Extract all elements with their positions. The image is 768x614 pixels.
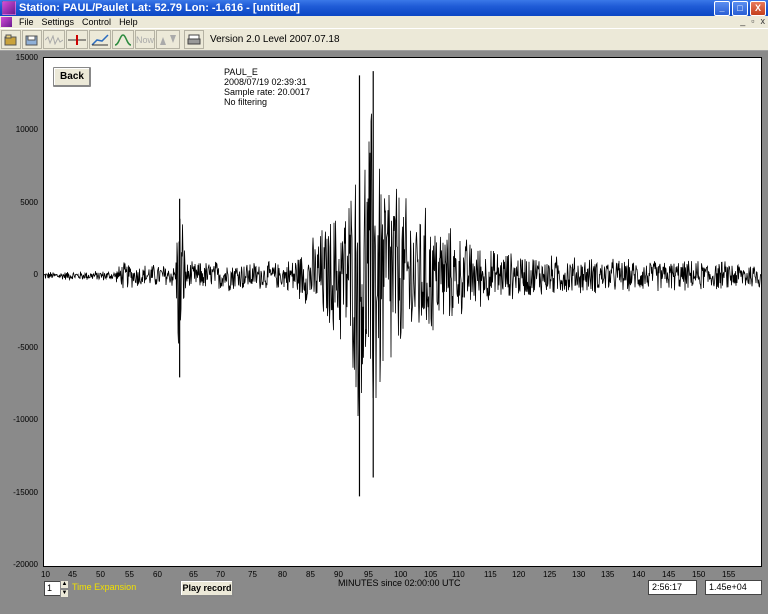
x-tick-label: 85 xyxy=(306,570,315,579)
x-tick-label: 155 xyxy=(722,570,736,579)
amplitude-readout: 1.45e+04 xyxy=(705,580,762,595)
x-tick-label: 50 xyxy=(96,570,105,579)
spinner-up-icon[interactable]: ▲ xyxy=(60,580,69,589)
maximize-button[interactable]: □ xyxy=(732,1,748,16)
y-tick-label: -15000 xyxy=(13,488,38,497)
close-button[interactable]: X xyxy=(750,1,766,16)
version-label: Version 2.0 Level 2007.07.18 xyxy=(210,34,340,45)
x-tick-label: 60 xyxy=(153,570,162,579)
waveform-icon[interactable] xyxy=(43,30,65,49)
x-tick-label: 135 xyxy=(601,570,615,579)
y-tick-label: -20000 xyxy=(13,560,38,569)
filter-status-label: No filtering xyxy=(224,97,268,107)
back-button[interactable]: Back xyxy=(53,67,91,87)
sample-rate-label: Sample rate: 20.0017 xyxy=(224,87,311,97)
x-tick-label: 45 xyxy=(68,570,77,579)
trace-info: PAUL_E 2008/07/19 02:39:31 Sample rate: … xyxy=(224,67,310,107)
mdi-restore-button[interactable]: ▫ xyxy=(751,16,754,26)
minimize-button[interactable]: _ xyxy=(714,1,730,16)
time-readout: 2:56:17 xyxy=(648,580,697,595)
x-tick-label: 115 xyxy=(484,570,497,579)
time-expansion-spinner[interactable]: ▲ ▼ xyxy=(60,580,69,598)
x-tick-label: 150 xyxy=(692,570,706,579)
scroll-up-down-icon[interactable] xyxy=(156,30,180,49)
seismogram-plot[interactable] xyxy=(43,57,762,567)
x-axis-label: MINUTES since 02:00:00 UTC xyxy=(338,578,461,588)
spinner-down-icon[interactable]: ▼ xyxy=(60,589,69,598)
document-icon[interactable] xyxy=(1,17,12,27)
seismogram-trace xyxy=(43,113,762,417)
x-tick-label: 75 xyxy=(248,570,257,579)
save-file-icon[interactable] xyxy=(22,30,42,49)
x-tick-label: 130 xyxy=(572,570,586,579)
seismogram-trace-svg xyxy=(43,71,762,497)
mdi-close-button[interactable]: x xyxy=(761,16,766,26)
menu-help[interactable]: Help xyxy=(115,17,142,27)
record-timestamp: 2008/07/19 02:39:31 xyxy=(224,77,307,87)
window-title: Station: PAUL/Paulet Lat: 52.79 Lon: -1.… xyxy=(19,2,300,14)
y-tick-label: -5000 xyxy=(17,343,38,352)
y-tick-label: 0 xyxy=(33,270,38,279)
x-tick-label: 70 xyxy=(216,570,225,579)
mdi-minimize-button[interactable]: _ xyxy=(740,16,745,26)
y-tick-label: 15000 xyxy=(15,53,38,62)
station-channel-label: PAUL_E xyxy=(224,67,258,77)
y-tick-label: 10000 xyxy=(15,125,38,134)
print-icon[interactable] xyxy=(184,30,204,49)
toolbar: Now Version 2.0 Level 2007.07.18 xyxy=(0,28,768,51)
trend-icon[interactable] xyxy=(89,30,111,49)
y-tick-label: 5000 xyxy=(20,198,38,207)
pick-marker-icon[interactable] xyxy=(66,30,88,49)
x-tick-label: 125 xyxy=(543,570,557,579)
filter-response-icon[interactable] xyxy=(112,30,134,49)
menu-settings[interactable]: Settings xyxy=(38,17,79,27)
x-tick-label: 145 xyxy=(662,570,676,579)
app-icon xyxy=(2,1,16,15)
x-tick-label: 55 xyxy=(125,570,134,579)
menu-control[interactable]: Control xyxy=(78,17,115,27)
menu-bar: File Settings Control Help _ ▫ x xyxy=(0,16,768,28)
x-tick-label: 65 xyxy=(189,570,198,579)
time-expansion-label: Time Expansion xyxy=(72,582,137,592)
menu-file[interactable]: File xyxy=(15,17,38,27)
x-tick-label: 80 xyxy=(278,570,287,579)
x-tick-label: 120 xyxy=(512,570,526,579)
open-file-icon[interactable] xyxy=(1,30,21,49)
x-tick-label: 140 xyxy=(632,570,646,579)
play-record-button[interactable]: Play record xyxy=(180,580,234,597)
x-tick-label: 10 xyxy=(41,570,50,579)
now-button[interactable]: Now xyxy=(135,30,155,49)
window-titlebar: Station: PAUL/Paulet Lat: 52.79 Lon: -1.… xyxy=(0,0,768,16)
y-tick-label: -10000 xyxy=(13,415,38,424)
